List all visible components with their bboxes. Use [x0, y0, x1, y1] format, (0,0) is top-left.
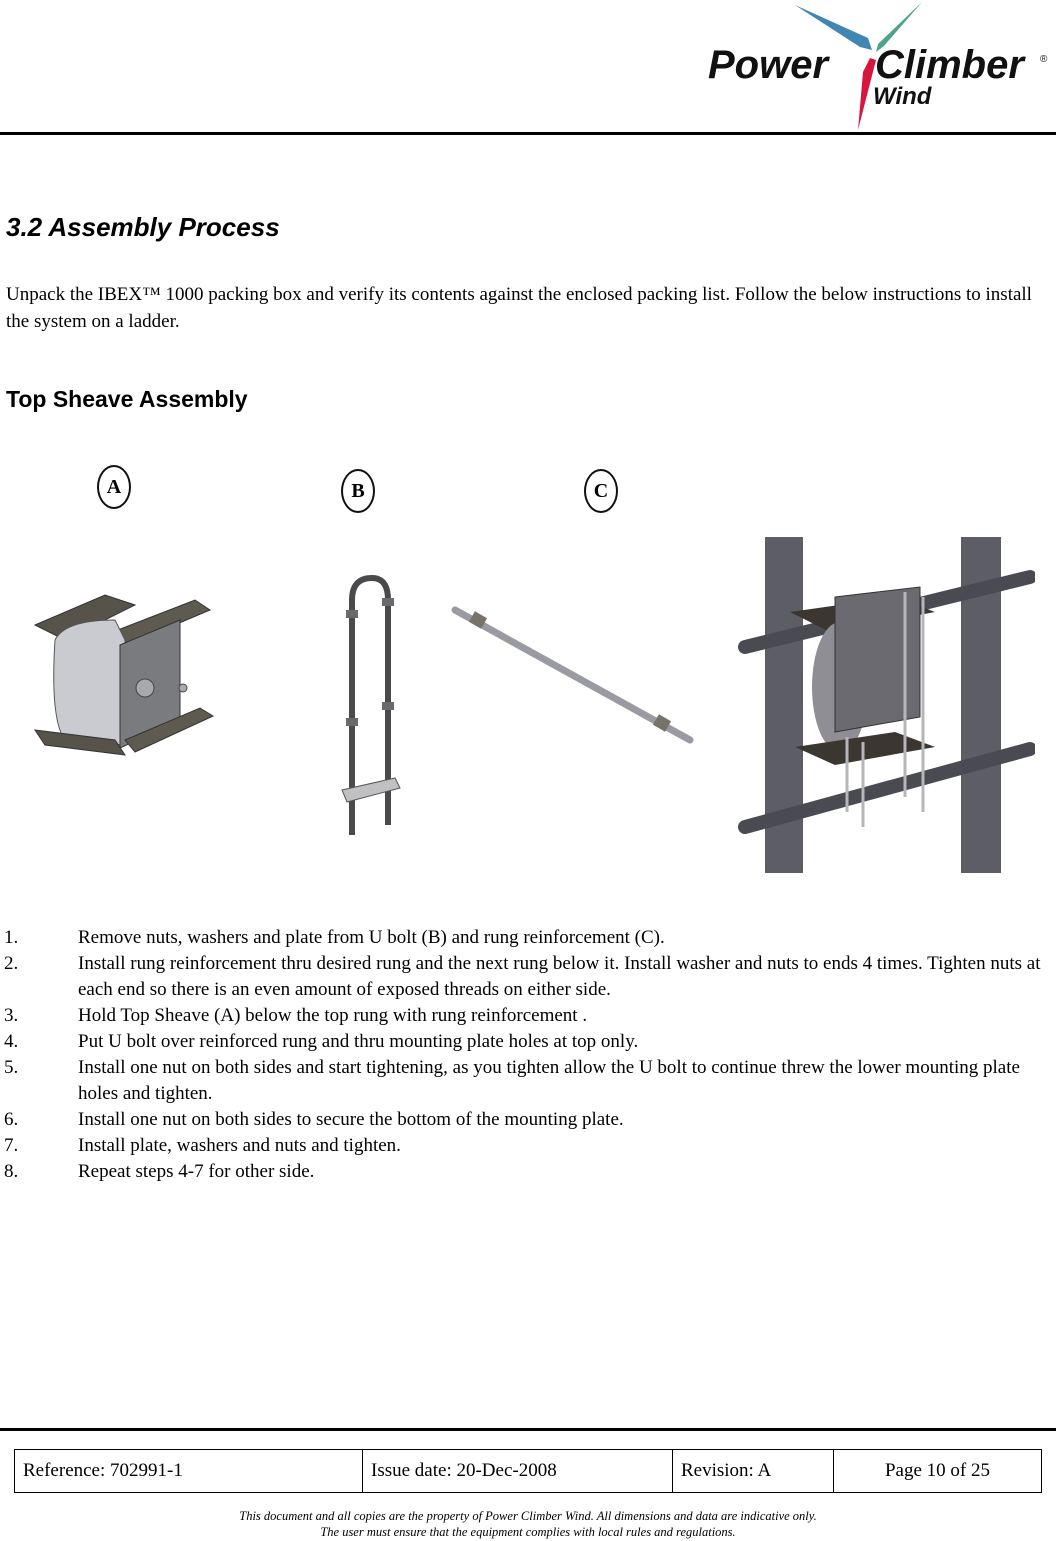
disclaimer-line-2: The user must ensure that the equipment …	[320, 1525, 736, 1539]
footer-divider	[0, 1428, 1056, 1431]
step-item: 7. Install plate, washers and nuts and ti…	[4, 1133, 1054, 1159]
logo-word-climber: Climber	[875, 43, 1026, 87]
step-text: Put U bolt over reinforced rung and thru…	[78, 1031, 639, 1052]
step-item: 6. Install one nut on both sides to secur…	[4, 1107, 1054, 1133]
step-number: 2.	[4, 953, 19, 974]
step-number: 4.	[4, 1031, 19, 1052]
reference-cell: Reference: 702991-1	[15, 1450, 363, 1492]
step-number: 8.	[4, 1161, 19, 1182]
step-text: Remove nuts, washers and plate from U bo…	[78, 927, 665, 948]
step-text: Hold Top Sheave (A) below the top rung w…	[78, 1005, 588, 1026]
page-number-cell: Page 10 of 25	[884, 1460, 990, 1481]
subsection-title: Top Sheave Assembly	[6, 386, 248, 412]
logo-word-power: Power	[708, 43, 830, 87]
issue-date-cell: Issue date: 20-Dec-2008	[363, 1450, 673, 1492]
step-number: 3.	[4, 1005, 19, 1026]
figure-rung-reinforcement	[450, 595, 700, 750]
step-text: Install one nut on both sides to secure …	[78, 1109, 624, 1130]
callout-c: C	[584, 469, 618, 513]
callout-b: B	[341, 469, 375, 513]
step-number: 6.	[4, 1109, 19, 1130]
step-item: 1. Remove nuts, washers and plate from U …	[4, 925, 1054, 951]
step-item: 4. Put U bolt over reinforced rung and th…	[4, 1029, 1054, 1055]
disclaimer: This document and all copies are the pro…	[0, 1508, 1056, 1540]
step-number: 1.	[4, 927, 19, 948]
step-number: 5.	[4, 1057, 19, 1078]
revision-cell: Revision: A	[673, 1450, 834, 1492]
step-number: 7.	[4, 1135, 19, 1156]
figure-top-sheave	[25, 580, 215, 760]
step-item: 5. Install one nut on both sides and star…	[4, 1055, 1054, 1107]
step-text: Install rung reinforcement thru desired …	[78, 953, 1041, 1000]
section-title: 3.2 Assembly Process	[6, 212, 280, 242]
assembly-steps: 1. Remove nuts, washers and plate from U …	[4, 925, 1054, 1185]
logo-graphic: Power Climber ® Wind	[708, 2, 1048, 130]
footer-info-table: Reference: 702991-1 Issue date: 20-Dec-2…	[14, 1449, 1042, 1493]
company-logo: Power Climber ® Wind	[700, 0, 1056, 132]
step-item: 3. Hold Top Sheave (A) below the top rung…	[4, 1003, 1054, 1029]
intro-paragraph: Unpack the IBEX™ 1000 packing box and ve…	[6, 284, 1032, 332]
figure-assembled-ladder	[735, 537, 1037, 873]
header-divider	[0, 132, 1056, 135]
step-item: 8. Repeat steps 4-7 for other side.	[4, 1159, 1054, 1185]
callout-a: A	[97, 465, 131, 509]
step-item: 2. Install rung reinforcement thru desire…	[4, 951, 1054, 1003]
figure-u-bolt	[330, 570, 410, 840]
registered-mark: ®	[1040, 54, 1048, 65]
logo-word-wind: Wind	[873, 83, 933, 110]
step-text: Install plate, washers and nuts and tigh…	[78, 1135, 401, 1156]
step-text: Install one nut on both sides and start …	[78, 1057, 1020, 1104]
step-text: Repeat steps 4-7 for other side.	[78, 1161, 315, 1182]
disclaimer-line-1: This document and all copies are the pro…	[239, 1509, 817, 1523]
